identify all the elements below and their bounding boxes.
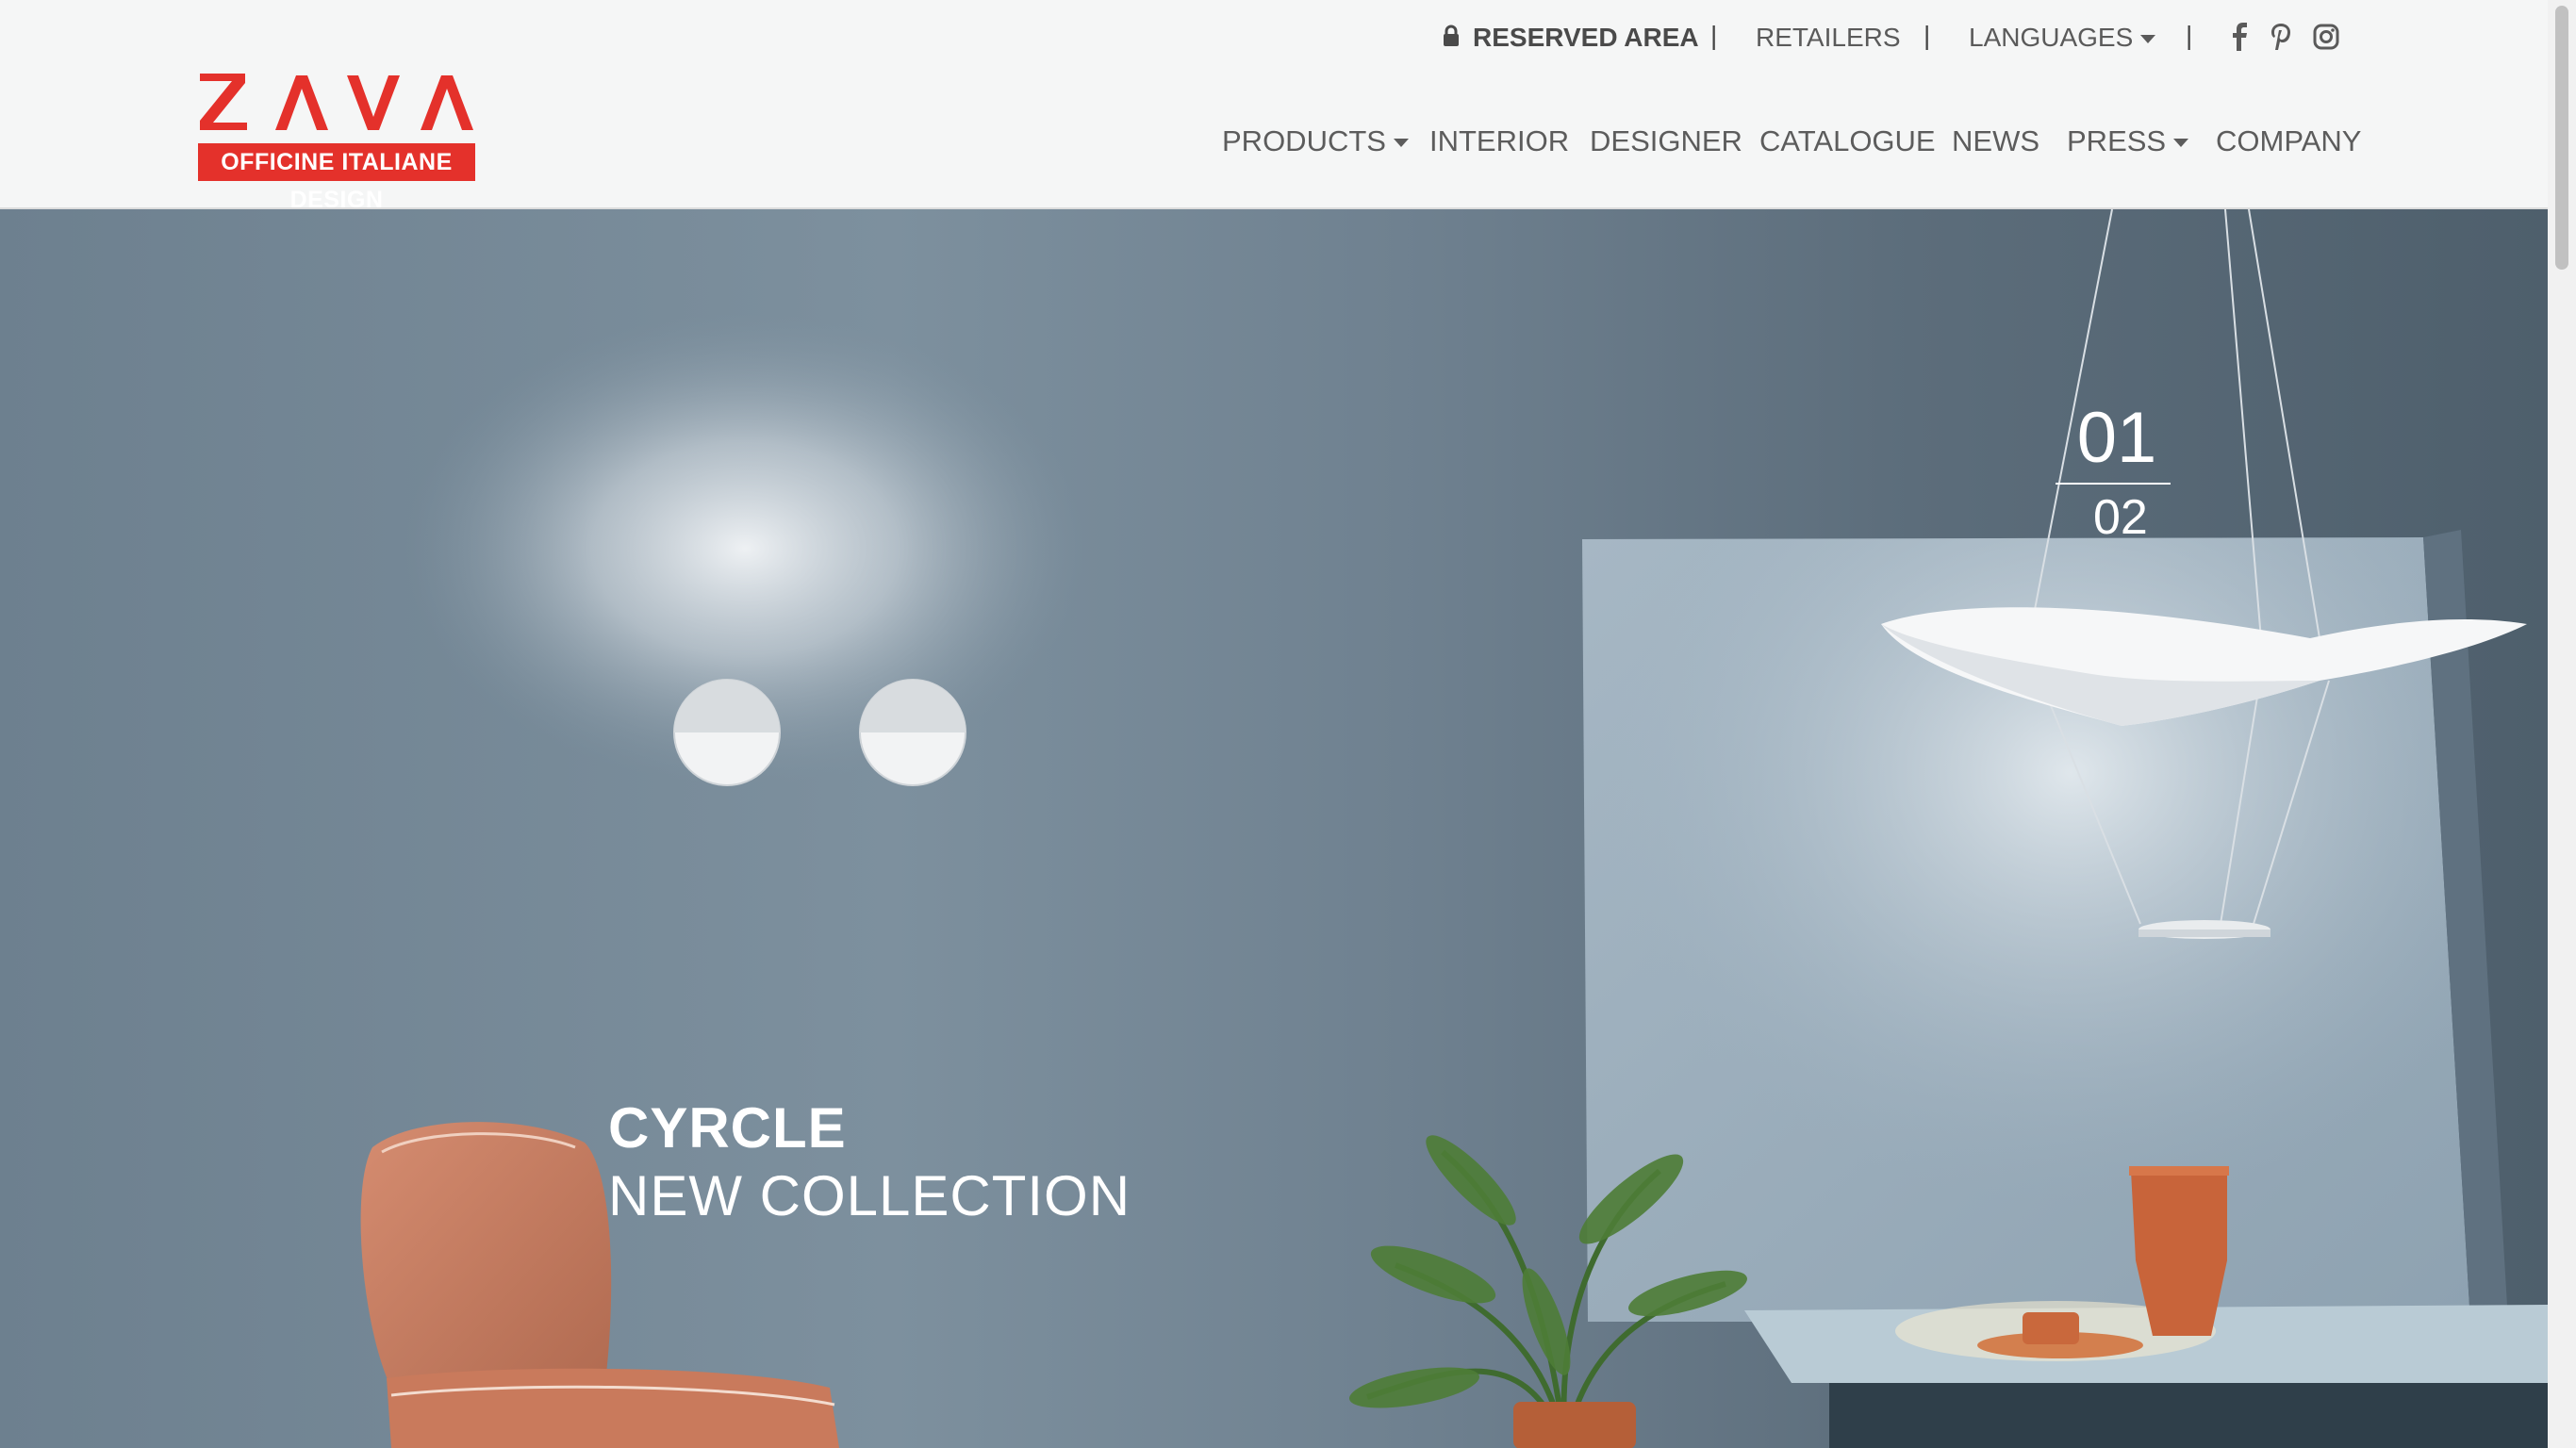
scrollbar-thumb[interactable] bbox=[2555, 6, 2568, 270]
hero-title: CYRCLE bbox=[608, 1096, 847, 1160]
chevron-down-icon bbox=[2173, 139, 2189, 148]
nav-products-label: PRODUCTS bbox=[1222, 124, 1386, 157]
page-scrollbar[interactable] bbox=[2548, 0, 2576, 1448]
facebook-icon[interactable] bbox=[2225, 21, 2254, 53]
lock-icon bbox=[1444, 25, 1459, 46]
chevron-down-icon bbox=[2140, 35, 2156, 44]
slide-total-number: 02 bbox=[2093, 490, 2148, 545]
slide-counter: 01 02 bbox=[2056, 396, 2178, 551]
nav-designer[interactable]: DESIGNER bbox=[1590, 121, 1742, 162]
retailers-link[interactable]: RETAILERS bbox=[1756, 19, 1901, 57]
nav-company[interactable]: COMPANY bbox=[2216, 121, 2361, 162]
hero-slider[interactable]: 01 02 CYRCLE NEW COLLECTION bbox=[0, 209, 2548, 1448]
nav-interior[interactable]: INTERIOR bbox=[1429, 121, 1569, 162]
chevron-down-icon bbox=[1393, 139, 1409, 148]
nav-press-label: PRESS bbox=[2067, 124, 2167, 157]
logo-tagline: OFFICINE ITALIANE DESIGN bbox=[198, 143, 475, 213]
instagram-icon[interactable] bbox=[2312, 21, 2340, 53]
languages-dropdown[interactable]: LANGUAGES bbox=[1969, 19, 2156, 57]
top-utility-bar: RESERVED AREA | RETAILERS | LANGUAGES | bbox=[0, 0, 2548, 75]
nav-catalogue[interactable]: CATALOGUE bbox=[1759, 121, 1936, 162]
reserved-area-link[interactable]: RESERVED AREA bbox=[1473, 19, 1699, 57]
nav-press[interactable]: PRESS bbox=[2067, 121, 2189, 162]
topbar-separator: | bbox=[2186, 21, 2193, 50]
hero-subtitle: NEW COLLECTION bbox=[608, 1164, 1131, 1227]
pinterest-icon[interactable] bbox=[2267, 21, 2295, 53]
nav-products[interactable]: PRODUCTS bbox=[1222, 121, 1409, 162]
topbar-separator: | bbox=[1710, 21, 1718, 50]
site-header: OFFICINE ITALIANE DESIGN RESERVED AREA |… bbox=[0, 0, 2548, 213]
nav-news[interactable]: NEWS bbox=[1952, 121, 2039, 162]
languages-label: LANGUAGES bbox=[1969, 23, 2134, 52]
zava-logo[interactable]: OFFICINE ITALIANE DESIGN bbox=[198, 72, 475, 213]
zava-logo-wordmark bbox=[200, 74, 473, 130]
slide-current-number: 01 bbox=[2076, 398, 2157, 478]
hero-caption[interactable]: CYRCLE NEW COLLECTION bbox=[608, 1095, 1131, 1231]
topbar-separator: | bbox=[1924, 21, 1931, 50]
